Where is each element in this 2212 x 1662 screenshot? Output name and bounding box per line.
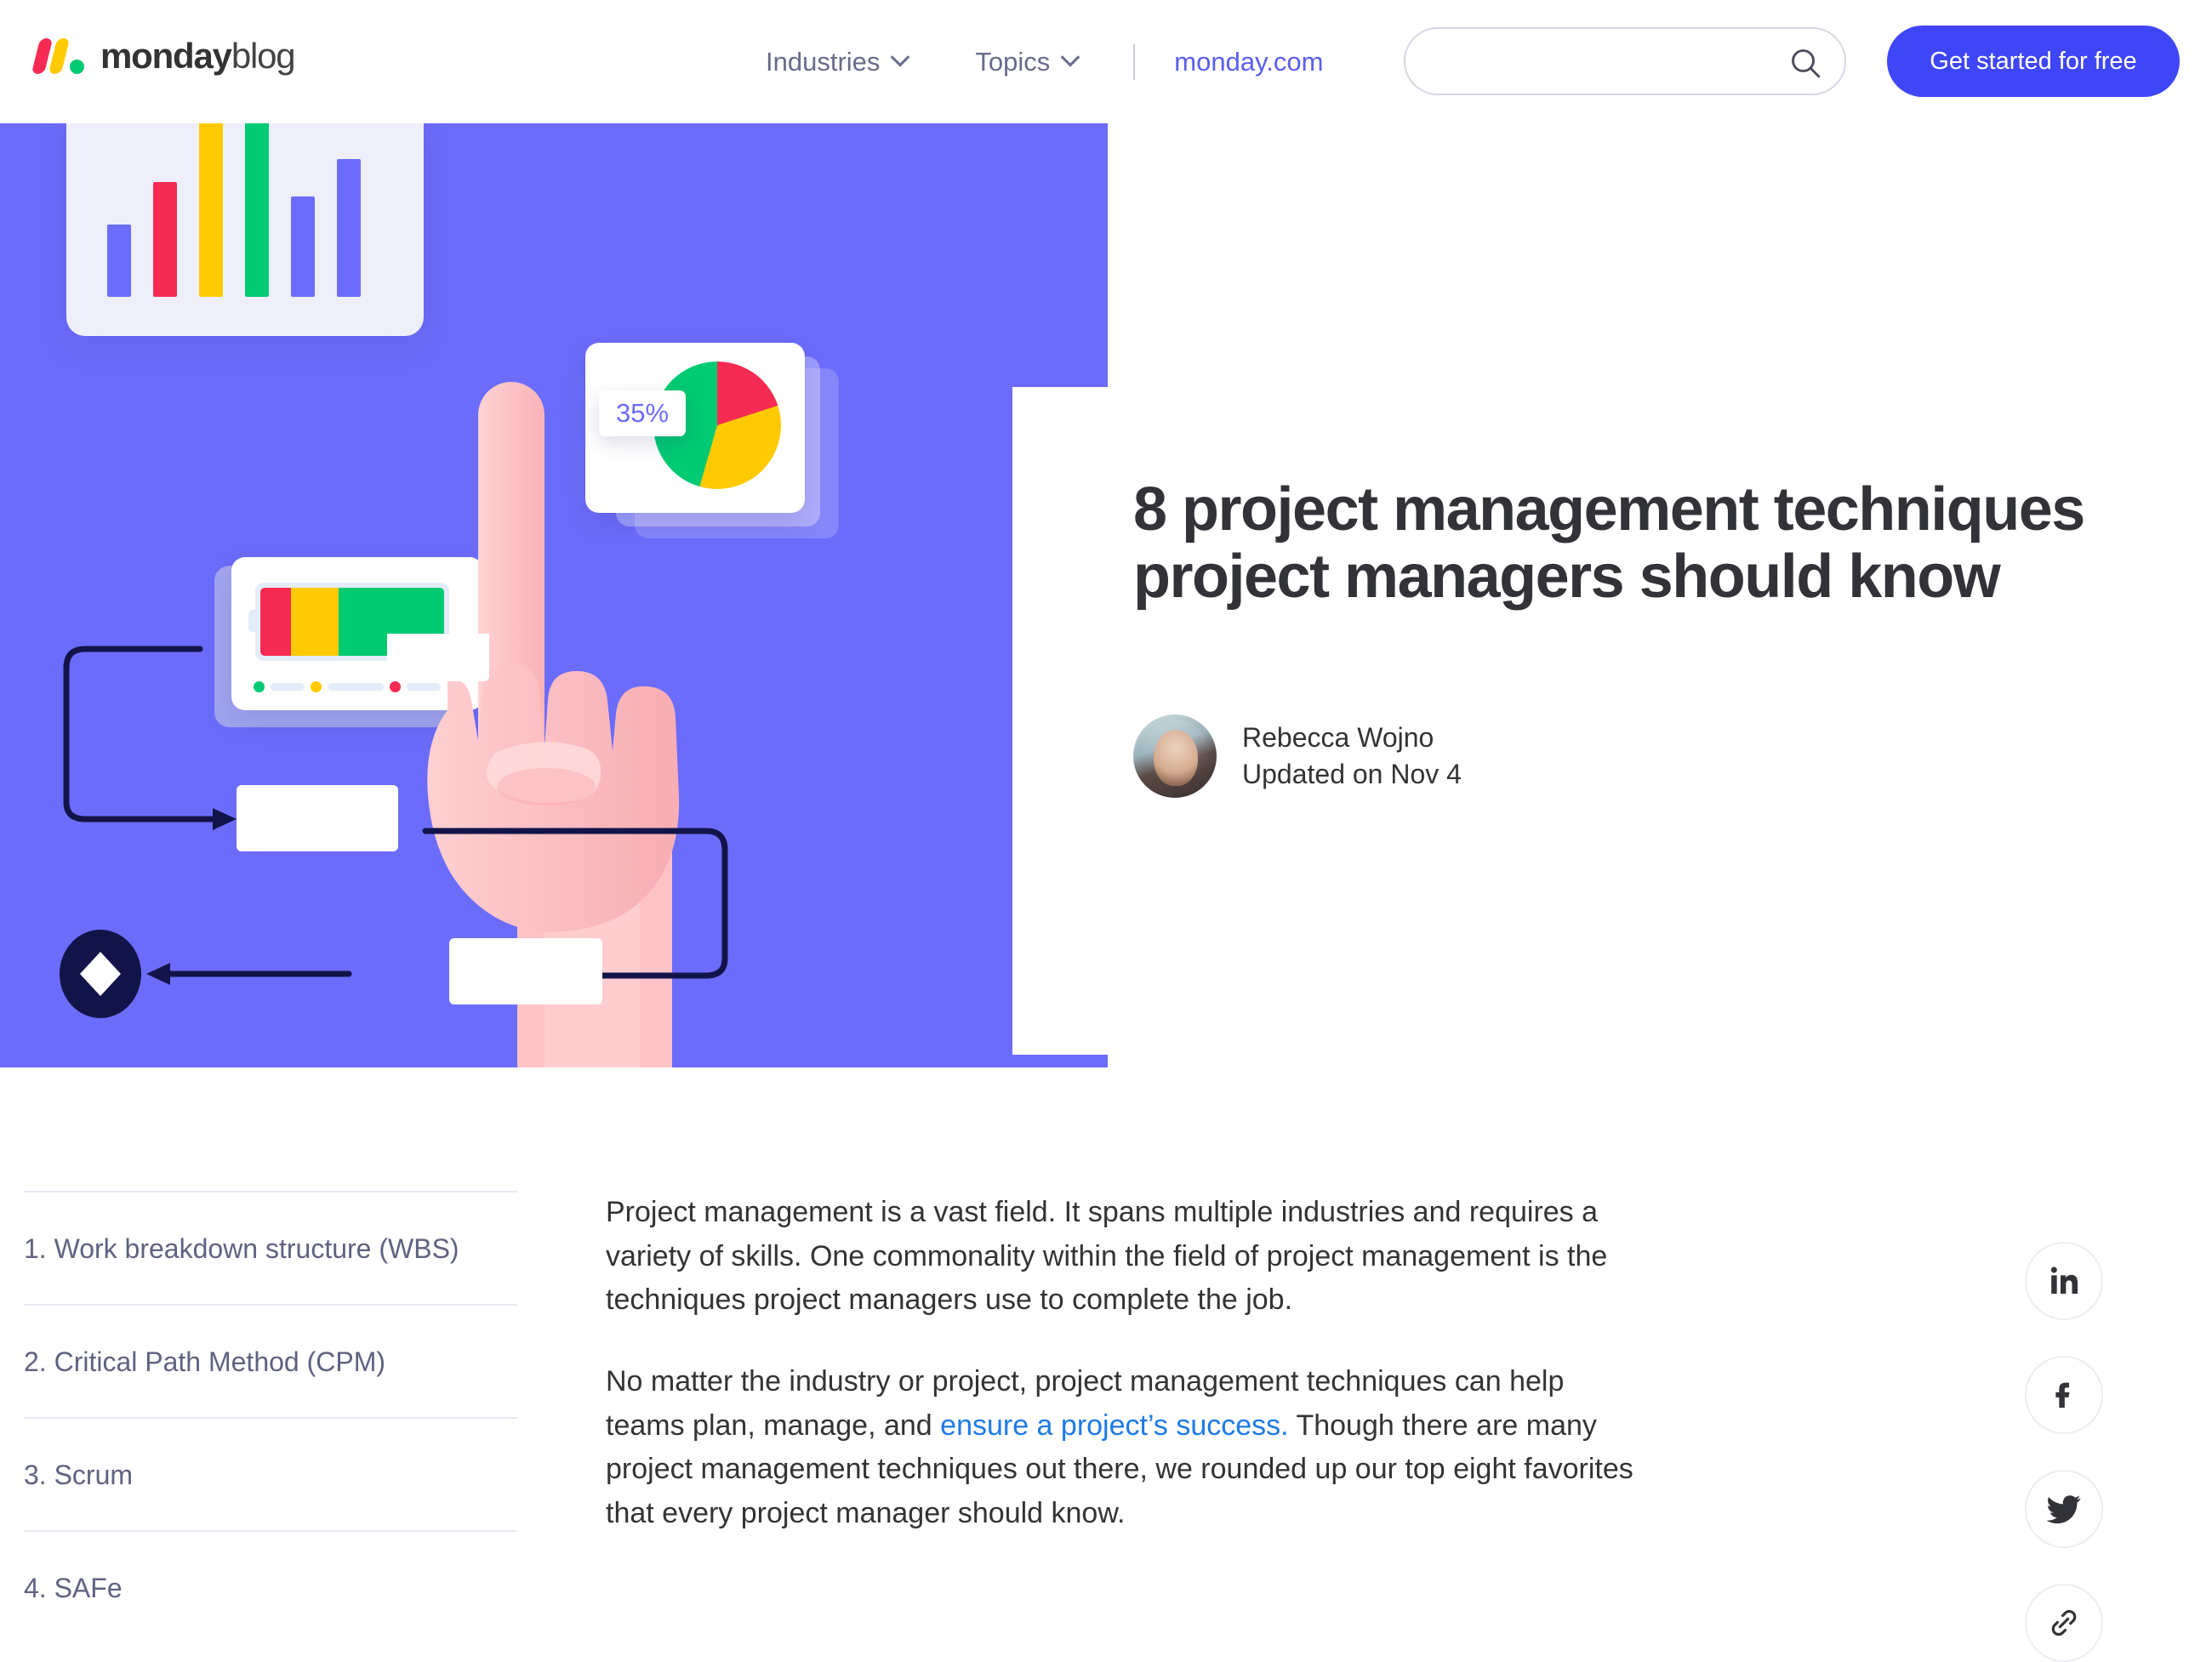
avatar [1133,714,1217,798]
flow-node-right [449,938,602,1005]
nav-link-monday-com[interactable]: monday.com [1157,47,1340,77]
twitter-icon [2046,1495,2081,1524]
site-header: mondayblog Industries Topics monday.com … [0,0,2212,123]
nav-item-topics-label: Topics [975,46,1051,77]
toc-item-2[interactable]: 2. Critical Path Method (CPM) [24,1306,517,1417]
search-input[interactable] [1405,29,1844,94]
site-logo[interactable]: mondayblog [31,36,296,77]
toc-item-3[interactable]: 3. Scrum [24,1419,517,1530]
flow-node-left [237,785,398,851]
get-started-button[interactable]: Get started for free [1887,26,2180,97]
nav-item-industries[interactable]: Industries [732,47,941,77]
monday-logo-mark-icon [31,38,88,74]
hero-illustration-panel: 35% [0,123,1108,1067]
search-icon[interactable] [1788,46,1822,80]
bar-6 [337,159,361,297]
share-facebook-button[interactable] [2025,1356,2103,1434]
facebook-icon [2055,1382,2070,1408]
bar-5 [291,196,315,297]
logo-brand-bold: monday [100,36,232,76]
paragraph-2: No matter the industry or project, proje… [606,1360,1644,1536]
bar-1 [107,225,131,297]
toc-item-4[interactable]: 4. SAFe [24,1532,517,1643]
nav-item-industries-label: Industries [766,46,881,77]
article-body: Project management is a vast field. It s… [606,1191,1644,1574]
logo-text: mondayblog [100,36,296,77]
author-meta: Rebecca Wojno Updated on Nov 4 [1242,722,1462,790]
chevron-down-icon [891,47,910,67]
author-byline: Rebecca Wojno Updated on Nov 4 [1133,714,1462,798]
bar-2 [153,182,177,297]
nav-item-topics[interactable]: Topics [941,47,1111,77]
main-navigation: Industries Topics monday.com [732,0,1340,123]
bar-chart-card [66,123,424,336]
chevron-down-icon [1060,47,1080,67]
bar-3 [199,123,223,297]
social-share-rail [2025,1242,2103,1662]
share-linkedin-button[interactable] [2025,1242,2103,1320]
article-header: 8 project management techniques project … [1133,475,2154,612]
flow-node-top [387,634,489,681]
paragraph-1: Project management is a vast field. It s… [606,1196,1608,1317]
nav-divider [1133,43,1136,80]
author-name: Rebecca Wojno [1242,722,1434,753]
inline-link-project-success[interactable]: ensure a project’s success. [940,1409,1288,1442]
hero-white-notch [1012,387,1108,1055]
table-of-contents: 1. Work breakdown structure (WBS) 2. Cri… [24,1191,517,1643]
page-title: 8 project management techniques project … [1133,475,2085,612]
share-twitter-button[interactable] [2025,1470,2103,1548]
bar-chart-bars [107,123,388,297]
bar-4 [245,123,269,297]
linkedin-icon [2050,1266,2078,1294]
share-copy-link-button[interactable] [2025,1584,2103,1662]
search-box[interactable] [1404,27,1846,95]
article-updated-date: Updated on Nov 4 [1242,759,1462,789]
logo-brand-light: blog [231,36,296,76]
toc-item-1[interactable]: 1. Work breakdown structure (WBS) [24,1192,517,1304]
link-chain-icon [2051,1609,2077,1636]
flowchart-illustration [60,634,728,1018]
